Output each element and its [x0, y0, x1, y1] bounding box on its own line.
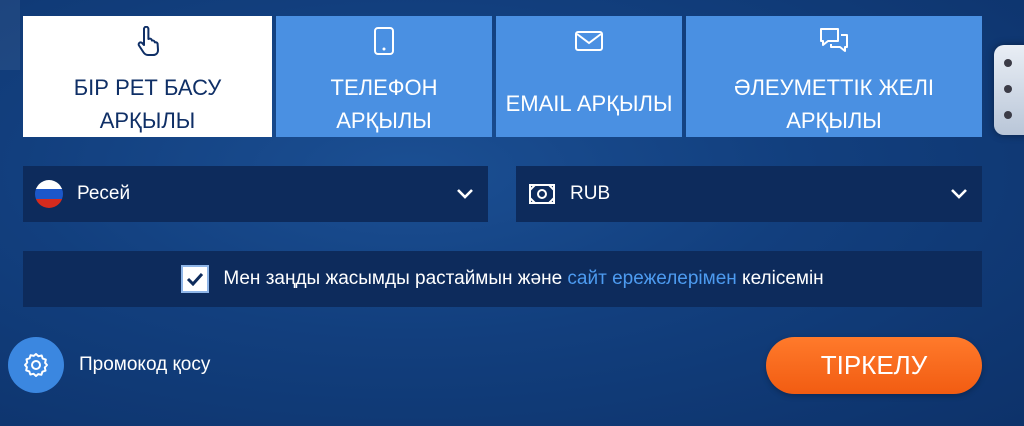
site-rules-link[interactable]: сайт ережелерімен	[567, 268, 736, 289]
envelope-icon	[574, 24, 604, 58]
dice-decoration	[994, 45, 1024, 135]
background-corner	[0, 0, 20, 70]
tab-one-click[interactable]: БІР РЕТ БАСУ АРҚЫЛЫ	[23, 16, 272, 137]
currency-value: RUB	[570, 183, 611, 204]
chevron-down-icon	[951, 189, 967, 199]
currency-select[interactable]: RUB	[516, 166, 982, 222]
registration-method-tabs: БІР РЕТ БАСУ АРҚЫЛЫ ТЕЛЕФОН АРҚЫЛЫ EMAIL…	[23, 16, 982, 137]
promo-icon-circle	[8, 337, 64, 393]
register-button[interactable]: ТІРКЕЛУ	[766, 337, 982, 394]
tab-phone-label: ТЕЛЕФОН АРҚЫЛЫ	[330, 75, 438, 133]
country-select[interactable]: Ресей	[23, 166, 488, 222]
tab-social[interactable]: ӘЛЕУМЕТТІК ЖЕЛІ АРҚЫЛЫ	[686, 16, 982, 137]
tab-one-click-label: БІР РЕТ БАСУ АРҚЫЛЫ	[73, 75, 222, 133]
agreement-text: Мен заңды жасымды растаймын және сайт ер…	[223, 268, 823, 290]
promo-label: Промокод қосу	[79, 354, 211, 375]
agree-checkbox[interactable]	[181, 265, 210, 293]
agreement-text-before: Мен заңды жасымды растаймын және	[223, 268, 568, 289]
tab-email[interactable]: EMAIL АРҚЫЛЫ	[496, 16, 682, 137]
pointer-hand-icon	[134, 24, 162, 57]
chevron-down-icon	[457, 189, 473, 199]
country-value: Ресей	[77, 183, 131, 204]
tab-phone[interactable]: ТЕЛЕФОН АРҚЫЛЫ	[276, 16, 492, 137]
banknote-icon	[529, 184, 555, 204]
chat-bubbles-icon	[818, 24, 850, 57]
tab-email-label: EMAIL АРҚЫЛЫ	[505, 91, 673, 116]
add-promo-code-button[interactable]: Промокод қосу	[8, 337, 210, 393]
tab-social-label: ӘЛЕУМЕТТІК ЖЕЛІ АРҚЫЛЫ	[733, 75, 935, 133]
checkmark-icon	[187, 272, 204, 286]
age-terms-agreement: Мен заңды жасымды растаймын және сайт ер…	[23, 251, 982, 307]
russia-flag-icon	[35, 180, 63, 208]
phone-icon	[373, 24, 395, 57]
gear-icon	[24, 353, 48, 377]
agreement-text-after: келісемін	[736, 268, 824, 289]
